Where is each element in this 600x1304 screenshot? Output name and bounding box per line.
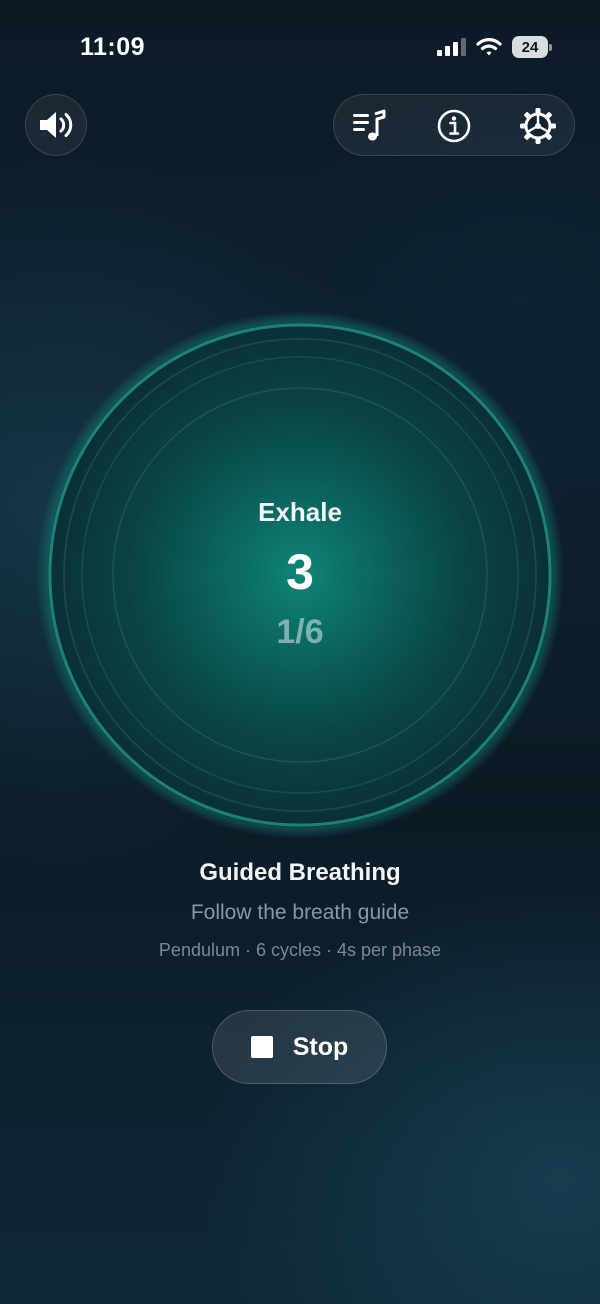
battery-cap — [549, 44, 552, 51]
playlist-music-button[interactable] — [350, 107, 388, 145]
sound-toggle-button[interactable] — [25, 94, 87, 156]
info-icon — [437, 109, 471, 143]
stop-button-label: Stop — [292, 1032, 349, 1061]
cycle-progress: 1/6 — [276, 613, 324, 651]
breath-count: 3 — [286, 544, 314, 600]
gear-icon — [520, 108, 556, 144]
status-time: 11:09 — [80, 33, 146, 61]
battery-level: 24 — [521, 38, 539, 56]
status-bar: 11:09 24 — [0, 0, 600, 96]
speaker-volume-icon — [40, 112, 73, 138]
exercise-subtitle: Follow the breath guide — [190, 901, 410, 924]
exercise-meta: Pendulum · 6 cycles · 4s per phase — [158, 940, 442, 960]
exercise-title: Guided Breathing — [199, 859, 401, 886]
status-indicators: 24 — [436, 36, 552, 58]
info-button[interactable] — [435, 107, 473, 145]
settings-button[interactable] — [519, 107, 557, 145]
battery-icon: 24 — [512, 36, 552, 58]
toolbar-group — [333, 94, 575, 156]
stop-button[interactable]: Stop — [212, 1010, 387, 1084]
stop-icon — [250, 1036, 273, 1058]
wifi-icon — [476, 38, 502, 56]
playlist-music-icon — [353, 109, 386, 141]
cellular-signal-icon — [437, 38, 466, 56]
breath-phase-label: Exhale — [258, 497, 342, 527]
